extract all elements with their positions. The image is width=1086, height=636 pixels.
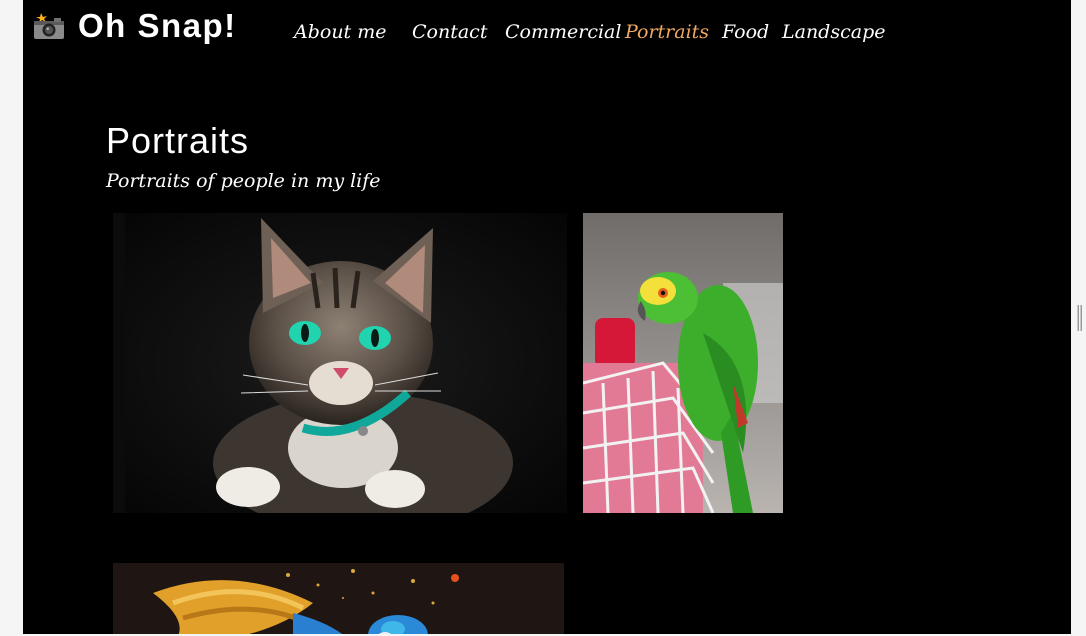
page: Oh Snap! About me Contact Commercial Por… xyxy=(23,0,1071,634)
photo-cat[interactable] xyxy=(113,213,567,513)
page-title: Portraits xyxy=(106,120,250,161)
photo-parrot[interactable] xyxy=(583,213,783,513)
nav-item-contact[interactable]: Contact xyxy=(412,19,487,45)
site-header: Oh Snap! About me Contact Commercial Por… xyxy=(23,0,1071,60)
nav-item-portraits[interactable]: Portraits xyxy=(625,19,709,45)
nav-item-about-me[interactable]: About me xyxy=(294,19,387,45)
photo-macaw[interactable] xyxy=(113,563,564,634)
nav-item-landscape[interactable]: Landscape xyxy=(782,19,885,45)
nav-item-commercial[interactable]: Commercial xyxy=(505,19,621,45)
resize-handle-icon[interactable] xyxy=(1077,305,1083,331)
brand-title[interactable]: Oh Snap! xyxy=(78,6,237,46)
camera-flash-icon[interactable] xyxy=(32,12,66,40)
page-subtitle: Portraits of people in my life xyxy=(106,170,381,192)
nav-item-food[interactable]: Food xyxy=(722,19,769,45)
